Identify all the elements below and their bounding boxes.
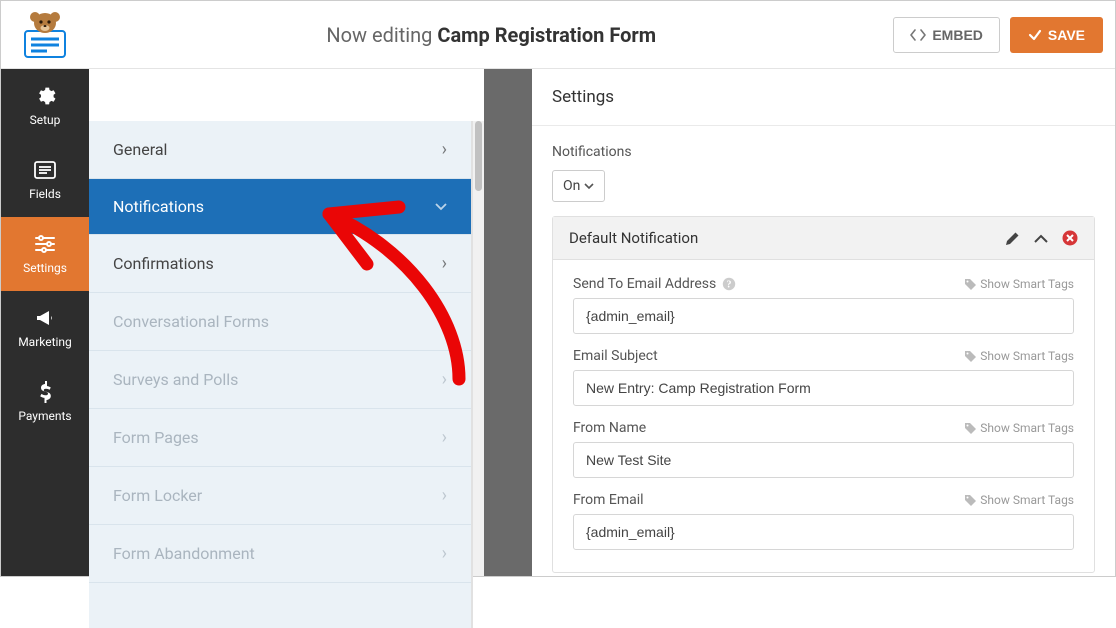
divider-gap: [484, 69, 532, 576]
edit-icon[interactable]: [1005, 231, 1020, 246]
settings-subpanel: General › Notifications Confirmations › …: [89, 121, 473, 628]
subpanel-label: Notifications: [113, 197, 204, 216]
rail-label: Fields: [29, 187, 61, 201]
chevron-right-icon: ›: [442, 369, 447, 390]
subpanel-label: Form Locker: [113, 486, 202, 505]
field-from-email: From Email Show Smart Tags: [573, 492, 1074, 550]
email-subject-input[interactable]: [573, 370, 1074, 406]
subpanel-form-locker[interactable]: Form Locker ›: [89, 467, 471, 525]
topbar: Now editing Camp Registration Form EMBED…: [1, 1, 1115, 69]
help-icon[interactable]: ?: [722, 277, 736, 291]
field-label: From Email: [573, 492, 644, 508]
chevron-right-icon: ›: [442, 311, 447, 332]
subpanel-surveys-polls[interactable]: Surveys and Polls ›: [89, 351, 471, 409]
notifications-select[interactable]: On: [552, 170, 605, 202]
from-name-input[interactable]: [573, 442, 1074, 478]
chevron-right-icon: ›: [442, 253, 447, 274]
smart-tags-link[interactable]: Show Smart Tags: [965, 421, 1074, 435]
smart-tags-link[interactable]: Show Smart Tags: [965, 349, 1074, 363]
notifications-toggle-section: Notifications On: [532, 126, 1115, 206]
subpanel-notifications[interactable]: Notifications: [89, 179, 471, 235]
gear-icon: [34, 85, 56, 107]
title-prefix: Now editing: [326, 23, 437, 47]
notifications-label: Notifications: [552, 144, 1095, 160]
smart-tags-link[interactable]: Show Smart Tags: [965, 277, 1074, 291]
subpanel-label: Surveys and Polls: [113, 370, 238, 389]
subpanel-label: Form Pages: [113, 428, 199, 447]
field-label: From Name: [573, 420, 646, 436]
chevron-right-icon: ›: [442, 543, 447, 564]
tag-icon: [965, 495, 976, 506]
field-send-to: Send To Email Address ? Show Smart Tags: [573, 276, 1074, 334]
rail-label: Setup: [30, 113, 61, 127]
tag-icon: [965, 423, 976, 434]
card-title: Default Notification: [569, 229, 698, 247]
sliders-icon: [34, 233, 56, 255]
scrollbar-thumb[interactable]: [475, 121, 482, 191]
app-logo: [1, 11, 89, 59]
rail-payments[interactable]: Payments: [1, 365, 89, 439]
chevron-right-icon: ›: [442, 139, 447, 160]
card-header: Default Notification: [553, 217, 1094, 260]
subpanel-label: General: [113, 140, 167, 159]
field-label: Send To Email Address ?: [573, 276, 736, 292]
subpanel-label: Confirmations: [113, 254, 214, 273]
subpanel-scrollbar[interactable]: [473, 121, 484, 576]
content-heading: Settings: [532, 69, 1115, 126]
card-body: Send To Email Address ? Show Smart Tags …: [553, 260, 1094, 572]
rail-label: Settings: [23, 261, 67, 275]
tag-icon: [965, 279, 976, 290]
field-label: Email Subject: [573, 348, 658, 364]
select-value: On: [563, 178, 580, 194]
bullhorn-icon: [34, 307, 56, 329]
wpforms-logo-icon: [17, 11, 73, 59]
notification-card: Default Notification Send To Email Addre…: [552, 216, 1095, 573]
tag-icon: [965, 351, 976, 362]
subpanel-label: Form Abandonment: [113, 544, 255, 563]
rail-setup[interactable]: Setup: [1, 69, 89, 143]
check-icon: [1028, 28, 1042, 42]
from-email-input[interactable]: [573, 514, 1074, 550]
subpanel-form-abandonment[interactable]: Form Abandonment ›: [89, 525, 471, 583]
subpanel-wrap: General › Notifications Confirmations › …: [89, 69, 484, 576]
rail-settings[interactable]: Settings: [1, 217, 89, 291]
field-from-name: From Name Show Smart Tags: [573, 420, 1074, 478]
smart-tags-link[interactable]: Show Smart Tags: [965, 493, 1074, 507]
collapse-icon[interactable]: [1034, 234, 1048, 243]
form-title: Camp Registration Form: [437, 23, 656, 47]
chevron-right-icon: ›: [442, 485, 447, 506]
left-rail: Setup Fields Settings Marketing Payments: [1, 69, 89, 576]
rail-label: Payments: [18, 409, 71, 423]
page-title: Now editing Camp Registration Form: [89, 23, 893, 47]
rail-label: Marketing: [18, 335, 72, 349]
delete-icon[interactable]: [1062, 230, 1078, 246]
save-button[interactable]: SAVE: [1010, 17, 1103, 53]
subpanel-form-pages[interactable]: Form Pages ›: [89, 409, 471, 467]
content-panel: Settings Notifications On Default Notifi…: [532, 69, 1115, 576]
rail-fields[interactable]: Fields: [1, 143, 89, 217]
subpanel-conversational-forms[interactable]: Conversational Forms ›: [89, 293, 471, 351]
subpanel-confirmations[interactable]: Confirmations ›: [89, 235, 471, 293]
svg-text:?: ?: [727, 280, 732, 291]
code-icon: [910, 28, 926, 42]
subpanel-general[interactable]: General ›: [89, 121, 471, 179]
rail-marketing[interactable]: Marketing: [1, 291, 89, 365]
field-email-subject: Email Subject Show Smart Tags: [573, 348, 1074, 406]
list-icon: [34, 159, 56, 181]
subpanel-label: Conversational Forms: [113, 312, 269, 331]
card-actions: [1005, 230, 1078, 246]
embed-button[interactable]: EMBED: [893, 17, 1000, 53]
chevron-down-icon: [584, 183, 594, 190]
send-to-input[interactable]: [573, 298, 1074, 334]
chevron-right-icon: ›: [442, 427, 447, 448]
chevron-down-icon: [435, 203, 447, 211]
dollar-icon: [34, 381, 56, 403]
main-area: Setup Fields Settings Marketing Payments…: [1, 69, 1115, 576]
